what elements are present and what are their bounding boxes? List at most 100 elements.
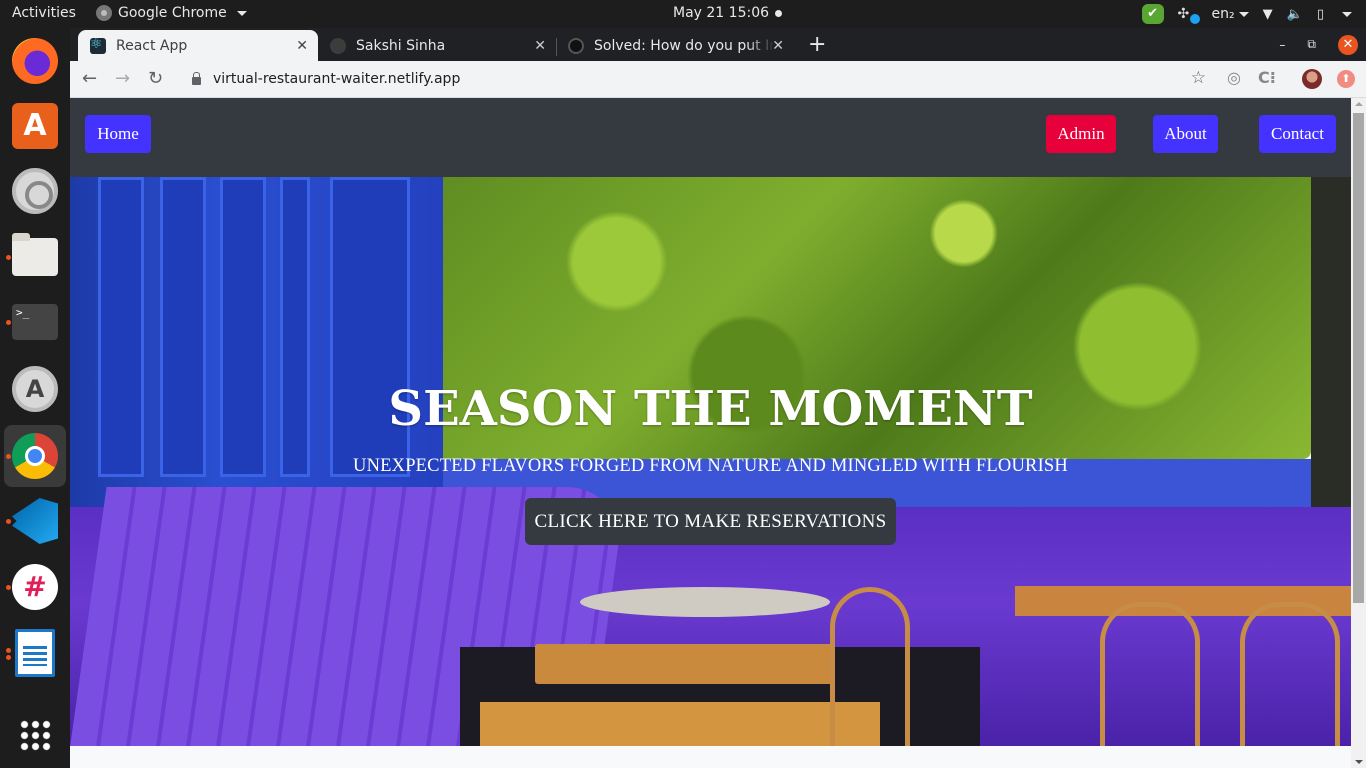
hero-background-round-table xyxy=(580,587,830,617)
libreoffice-writer-icon xyxy=(15,629,55,677)
close-window-button[interactable]: ✕ xyxy=(1338,34,1358,55)
running-indicator xyxy=(6,584,11,590)
restore-button[interactable]: ⧉ xyxy=(1307,37,1316,52)
nav-admin-button[interactable]: Admin xyxy=(1046,115,1116,153)
close-tab-icon[interactable]: ✕ xyxy=(772,38,784,54)
notification-dot-icon xyxy=(775,9,783,17)
close-tab-icon[interactable]: ✕ xyxy=(296,38,308,54)
app-grid-icon xyxy=(19,719,51,751)
running-indicator xyxy=(6,254,11,260)
make-reservations-button[interactable]: CLICK HERE TO MAKE RESERVATIONS xyxy=(525,498,896,545)
dock-item-ubuntu-software[interactable]: A xyxy=(4,95,66,157)
browser-toolbar: ← → ↻ virtual-restaurant-waiter.netlify.… xyxy=(70,61,1366,98)
ubuntu-software-icon: A xyxy=(12,103,58,149)
battery-icon[interactable]: ▯ xyxy=(1317,7,1324,22)
scrollbar-thumb[interactable] xyxy=(1353,113,1364,603)
dock-item-slack[interactable] xyxy=(4,556,66,618)
reload-button[interactable]: ↻ xyxy=(148,68,163,89)
page-viewport: Home Admin About Contact SEASON THE MOME… xyxy=(70,98,1351,768)
check-badge-icon[interactable]: ✔ xyxy=(1141,4,1164,24)
dock: A >_ A xyxy=(0,28,70,768)
tab-strip: React App ✕ Sakshi Sinha ✕ Solved: How d… xyxy=(70,28,1366,61)
hero-background-table xyxy=(480,702,880,746)
nav-about-button[interactable]: About xyxy=(1153,115,1218,153)
activities-button[interactable]: Activities xyxy=(12,5,76,21)
hero-subtitle: UNEXPECTED FLAVORS FORGED FROM NATURE AN… xyxy=(353,456,1068,476)
extension-c-icon[interactable]: C⁝ xyxy=(1258,68,1276,87)
software-updater-icon: A xyxy=(12,366,58,412)
running-indicator xyxy=(6,647,11,653)
tab-title: Solved: How do you put In xyxy=(594,37,774,54)
system-menu-caret-icon[interactable] xyxy=(1342,11,1352,17)
forward-button[interactable]: → xyxy=(115,68,130,89)
language-label: en₂ xyxy=(1211,6,1235,22)
hero-section: SEASON THE MOMENT UNEXPECTED FLAVORS FOR… xyxy=(70,177,1351,746)
dock-item-google-chrome[interactable] xyxy=(4,425,66,487)
hero-background-table xyxy=(535,644,835,684)
chrome-icon xyxy=(12,433,58,479)
url-text: virtual-restaurant-waiter.netlify.app xyxy=(213,71,461,87)
new-tab-button[interactable]: + xyxy=(808,32,826,57)
chevron-down-icon xyxy=(1238,11,1249,17)
page-scrollbar[interactable] xyxy=(1351,98,1366,768)
tab-solved[interactable]: Solved: How do you put In ✕ xyxy=(556,30,794,61)
scroll-up-arrow-icon[interactable] xyxy=(1355,102,1363,106)
settings-icon xyxy=(12,168,58,214)
dock-item-firefox[interactable] xyxy=(4,30,66,92)
minimize-button[interactable]: – xyxy=(1279,38,1285,52)
dock-item-terminal[interactable]: >_ xyxy=(4,291,66,353)
firefox-icon xyxy=(12,38,58,84)
bookmark-star-icon[interactable]: ☆ xyxy=(1191,68,1206,88)
slack-icon xyxy=(12,564,58,610)
tab-sakshi-sinha[interactable]: Sakshi Sinha ✕ xyxy=(318,30,557,61)
system-top-bar: Activities Google Chrome May 21 15:06 ✔ … xyxy=(0,0,1366,28)
update-icon[interactable]: ⬆ xyxy=(1337,70,1355,88)
site-navbar: Home Admin About Contact xyxy=(70,98,1351,177)
running-indicator xyxy=(6,453,11,459)
app-menu-label: Google Chrome xyxy=(118,5,227,21)
dock-item-libreoffice-writer[interactable] xyxy=(4,622,66,684)
system-tray: ✔ ✣ en₂ ▼ 🔈 ▯ xyxy=(1141,3,1352,25)
tab-title: Sakshi Sinha xyxy=(356,37,446,54)
nav-contact-button[interactable]: Contact xyxy=(1259,115,1336,153)
terminal-icon: >_ xyxy=(12,304,58,340)
input-language-menu[interactable]: en₂ xyxy=(1212,6,1249,22)
dock-item-vscode[interactable] xyxy=(4,490,66,552)
tab-title: React App xyxy=(116,37,188,54)
clock-text: May 21 15:06 xyxy=(673,5,770,21)
chrome-app-icon xyxy=(96,5,112,21)
tab-react-app[interactable]: React App ✕ xyxy=(78,30,318,61)
page-footer-area xyxy=(70,746,1351,768)
running-indicator xyxy=(6,319,11,325)
slack-tray-icon[interactable]: ✣ xyxy=(1178,4,1200,24)
volume-icon[interactable]: 🔈 xyxy=(1287,7,1303,22)
files-icon xyxy=(12,233,58,276)
globe-icon xyxy=(330,37,346,54)
lock-icon[interactable] xyxy=(192,72,201,85)
show-applications-button[interactable] xyxy=(4,704,66,766)
running-indicator xyxy=(6,518,11,524)
profile-avatar[interactable] xyxy=(1302,69,1322,89)
address-bar[interactable]: virtual-restaurant-waiter.netlify.app ☆ xyxy=(180,64,1210,94)
hero-title: SEASON THE MOMENT xyxy=(388,381,1033,437)
hero-background-chair xyxy=(830,587,910,746)
running-indicator xyxy=(6,654,11,660)
hero-background-chair xyxy=(1100,602,1200,746)
nav-home-button[interactable]: Home xyxy=(85,115,151,153)
chrome-window: React App ✕ Sakshi Sinha ✕ Solved: How d… xyxy=(70,28,1366,768)
vscode-icon xyxy=(12,498,58,544)
clock[interactable]: May 21 15:06 xyxy=(673,5,783,21)
hero-background-chair xyxy=(1240,602,1340,746)
scroll-down-arrow-icon[interactable] xyxy=(1355,760,1363,764)
github-icon xyxy=(568,37,584,54)
back-button[interactable]: ← xyxy=(82,68,97,89)
app-menu[interactable]: Google Chrome xyxy=(96,5,247,21)
dock-item-settings[interactable] xyxy=(4,160,66,222)
extension-icon[interactable]: ◎ xyxy=(1227,68,1241,87)
chevron-down-icon xyxy=(236,10,247,16)
dock-item-software-updater[interactable]: A xyxy=(4,358,66,420)
react-icon xyxy=(90,36,106,54)
wifi-icon[interactable]: ▼ xyxy=(1263,7,1273,22)
close-tab-icon[interactable]: ✕ xyxy=(534,38,546,54)
dock-item-files[interactable] xyxy=(4,226,66,288)
